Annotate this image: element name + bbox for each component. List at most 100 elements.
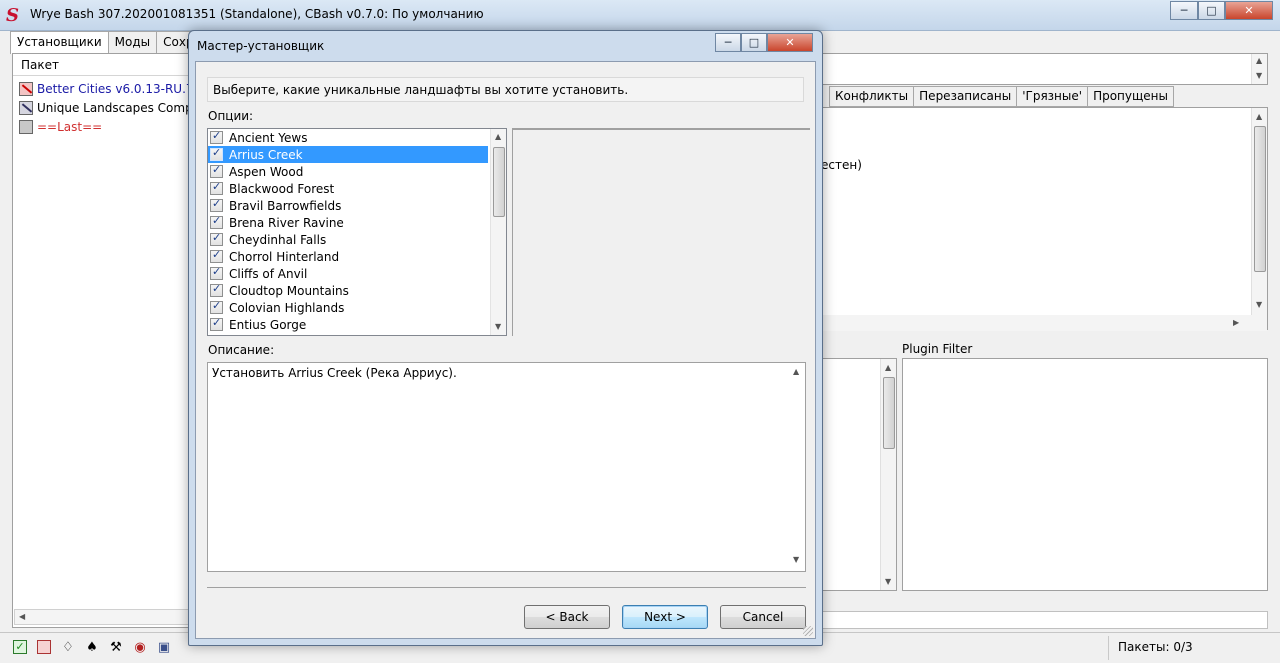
description-vscrollbar[interactable]: ▲ ▼ — [789, 363, 805, 571]
package-archive-icon — [19, 81, 33, 96]
option-item[interactable]: Arrius Creek — [208, 146, 488, 163]
dialog-minimize-icon[interactable]: ─ — [715, 33, 741, 52]
package-row[interactable]: ==Last== — [13, 117, 191, 136]
package-name: Unique Landscapes Compi — [37, 100, 192, 115]
option-checkbox[interactable] — [210, 299, 223, 314]
option-checkbox[interactable] — [210, 197, 223, 212]
tab-overwritten[interactable]: Перезаписаны — [913, 86, 1018, 107]
option-item[interactable]: Blackwood Forest — [208, 180, 488, 197]
installer-wizard-dialog: Мастер-установщик ─ □ ✕ Выберите, какие … — [188, 30, 823, 646]
plugin-list-vscrollbar[interactable]: ▲ ▼ — [880, 359, 896, 590]
tab-mods[interactable]: Моды — [107, 31, 158, 53]
description-label: Описание: — [208, 343, 275, 357]
package-row[interactable]: Better Cities v6.0.13-RU.7z — [13, 79, 191, 98]
option-checkbox[interactable] — [210, 214, 223, 229]
packets-count: Пакеты: 0/3 — [1118, 640, 1193, 654]
description-text: Установить Arrius Creek (Река Арриус). — [212, 366, 457, 380]
option-checkbox[interactable] — [210, 180, 223, 195]
details-info-box: естен) ▲ ▼ ▶ — [820, 107, 1268, 331]
option-item[interactable]: Cheydinhal Falls — [208, 231, 488, 248]
plugin-filter-list[interactable] — [902, 358, 1268, 591]
option-label: Aspen Wood — [229, 164, 304, 179]
package-name: ==Last== — [37, 119, 103, 134]
option-item[interactable]: Cliffs of Anvil — [208, 265, 488, 282]
status-separator — [1108, 636, 1109, 660]
option-item[interactable]: Cloudtop Mountains — [208, 282, 488, 299]
option-label: Ancient Yews — [229, 130, 308, 145]
option-label: Chorrol Hinterland — [229, 249, 340, 264]
options-label: Опции: — [208, 109, 254, 123]
dialog-window-controls: ─ □ ✕ — [715, 33, 813, 53]
dialog-close-icon[interactable]: ✕ — [767, 33, 813, 52]
options-scroll-thumb[interactable] — [493, 147, 505, 217]
option-checkbox[interactable] — [210, 265, 223, 280]
option-item[interactable]: Ancient Yews — [208, 129, 488, 146]
option-checkbox[interactable] — [210, 282, 223, 297]
package-marker-icon — [19, 119, 33, 134]
next-button[interactable]: Next > — [622, 605, 708, 629]
package-archive-icon — [19, 100, 33, 115]
option-item[interactable]: Entius Gorge — [208, 316, 488, 333]
option-item[interactable]: Aspen Wood — [208, 163, 488, 180]
launcher-toolbar: ✓ ♢ ♠ ⚒ ◉ ▣ — [10, 637, 174, 657]
plugin-list[interactable]: ▲ ▼ — [820, 358, 897, 591]
option-label: Blackwood Forest — [229, 181, 335, 196]
main-tabs: Установщики Моды Сохран — [10, 31, 216, 54]
tab-conflicts[interactable]: Конфликты — [829, 86, 915, 107]
option-checkbox[interactable] — [210, 129, 223, 144]
option-item[interactable]: Bravil Barrowfields — [208, 197, 488, 214]
save-manager-icon[interactable]: ▣ — [154, 637, 174, 657]
package-column-header[interactable]: Пакет — [13, 54, 191, 76]
tab-installers[interactable]: Установщики — [10, 31, 109, 54]
dialog-client-area: Выберите, какие уникальные ландшафты вы … — [195, 61, 816, 639]
options-vscrollbar[interactable]: ▲ ▼ — [490, 129, 506, 335]
option-label: Arrius Creek — [229, 147, 303, 162]
option-checkbox[interactable] — [210, 316, 223, 331]
back-button[interactable]: < Back — [524, 605, 610, 629]
option-item[interactable]: Chorrol Hinterland — [208, 248, 488, 265]
red-badge-icon[interactable]: ◉ — [130, 637, 150, 657]
option-label: Cheydinhal Falls — [229, 232, 327, 247]
oblivion-launch-icon[interactable]: ♢ — [58, 637, 78, 657]
obse-launch-icon[interactable]: ♠ — [82, 637, 102, 657]
option-label: Bravil Barrowfields — [229, 198, 342, 213]
dialog-maximize-icon[interactable]: □ — [741, 33, 767, 52]
details-hscrollbar[interactable]: ▶ — [821, 315, 1267, 331]
option-checkbox[interactable] — [210, 146, 223, 161]
details-info-text: естен) — [821, 158, 862, 172]
details-tabs: Конфликты Перезаписаны 'Грязные' Пропуще… — [829, 86, 1174, 107]
maximize-icon[interactable]: □ — [1198, 1, 1225, 20]
comments-scrollbar[interactable]: ▲ ▼ — [1251, 54, 1267, 84]
cancel-button[interactable]: Cancel — [720, 605, 806, 629]
option-checkbox[interactable] — [210, 248, 223, 263]
option-item[interactable]: Colovian Highlands — [208, 299, 488, 316]
option-checkbox[interactable] — [210, 231, 223, 246]
blank-toggle-icon[interactable] — [34, 637, 54, 657]
option-label: Entius Gorge — [229, 317, 307, 332]
checkbox-toggle-icon[interactable]: ✓ — [10, 637, 30, 657]
minimize-icon[interactable]: ─ — [1170, 1, 1198, 20]
option-label: Cloudtop Mountains — [229, 283, 349, 298]
option-item[interactable]: Brena River Ravine — [208, 214, 488, 231]
tab-dirty[interactable]: 'Грязные' — [1016, 86, 1089, 107]
package-name: Better Cities v6.0.13-RU.7z — [37, 81, 192, 96]
package-comments-box[interactable]: ▲ ▼ — [820, 53, 1268, 85]
tab-skipped[interactable]: Пропущены — [1087, 86, 1174, 107]
details-scroll-thumb[interactable] — [1254, 126, 1266, 272]
resize-grip-icon[interactable] — [803, 626, 813, 636]
dialog-title: Мастер-установщик — [197, 39, 325, 53]
close-icon[interactable]: ✕ — [1225, 1, 1273, 20]
options-checklist[interactable]: Ancient Yews Arrius Creek Aspen Wood Blackw… — [207, 128, 507, 336]
plugin-list-scroll-thumb[interactable] — [883, 377, 895, 449]
option-label: Cliffs of Anvil — [229, 266, 308, 281]
option-label: Brena River Ravine — [229, 215, 344, 230]
construction-set-icon[interactable]: ⚒ — [106, 637, 126, 657]
package-row[interactable]: Unique Landscapes Compi — [13, 98, 191, 117]
option-checkbox[interactable] — [210, 163, 223, 178]
details-bottom-field[interactable] — [820, 611, 1268, 629]
description-box[interactable]: Установить Arrius Creek (Река Арриус). ▲… — [207, 362, 806, 572]
package-list-hscrollbar[interactable]: ◀ — [14, 609, 190, 625]
main-window-title: Wrye Bash 307.202001081351 (Standalone),… — [30, 7, 484, 21]
details-vscrollbar[interactable]: ▲ ▼ — [1251, 108, 1267, 315]
main-window-controls: ─ □ ✕ — [1170, 1, 1273, 21]
